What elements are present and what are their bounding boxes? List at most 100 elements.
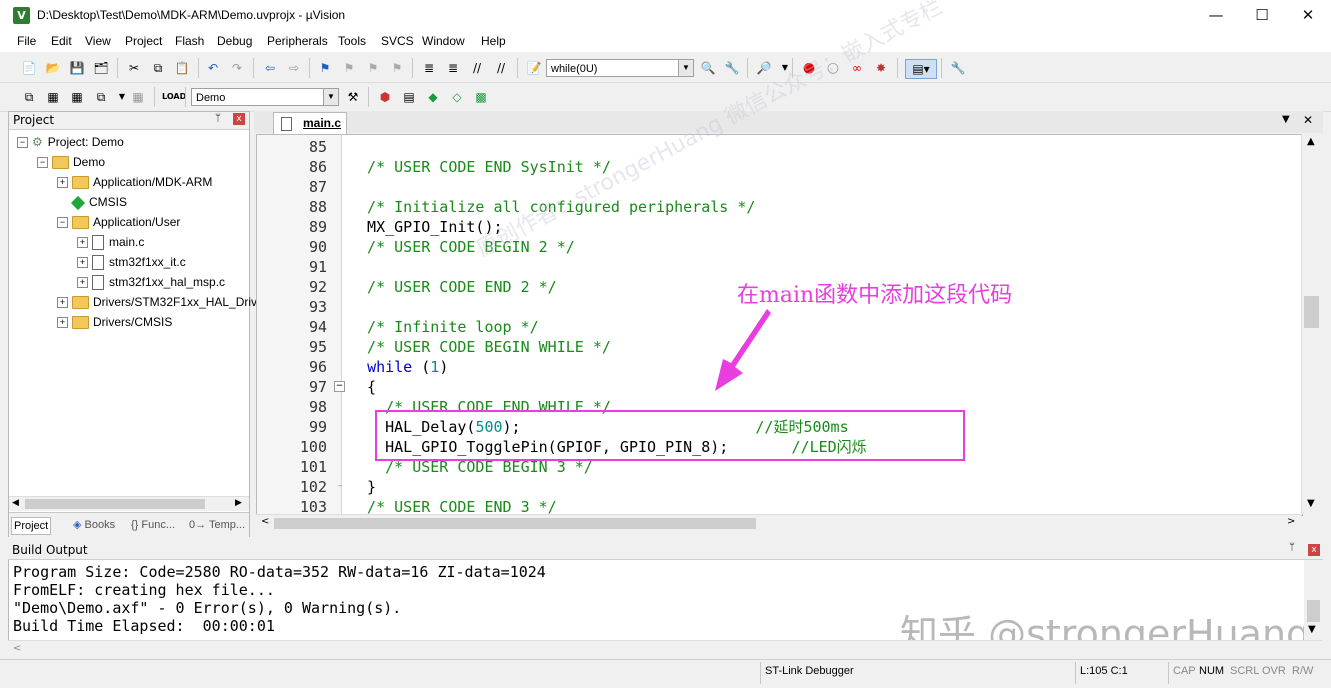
tree-item-drivers-cmsis[interactable]: + Drivers/CMSIS	[57, 313, 172, 331]
scroll-right-icon[interactable]: >	[1287, 516, 1295, 527]
target-options-icon[interactable]: ⚒	[344, 88, 362, 106]
scrollbar-thumb[interactable]	[25, 499, 205, 509]
menu-window[interactable]: Window	[422, 34, 465, 48]
scrollbar-thumb[interactable]	[274, 518, 756, 529]
menu-peripherals[interactable]: Peripherals	[267, 34, 328, 48]
tree-item-stm32f1xx-hal-msp-c[interactable]: + stm32f1xx_hal_msp.c	[77, 273, 225, 291]
editor-horizontal-scrollbar[interactable]: < >	[256, 514, 1301, 532]
tab-functions[interactable]: {} Func...	[131, 517, 175, 533]
expand-icon[interactable]: +	[77, 257, 88, 269]
window-layout-icon[interactable]: ▤▾	[905, 59, 937, 79]
scroll-down-icon[interactable]: ▼	[1307, 498, 1315, 509]
menu-view[interactable]: View	[85, 34, 111, 48]
tree-item-main-c[interactable]: + main.c	[77, 233, 144, 251]
menu-project[interactable]: Project	[125, 34, 162, 48]
select-software-packs-icon[interactable]: ▩	[472, 88, 490, 106]
scrollbar-thumb[interactable]	[1304, 296, 1319, 328]
find-icon[interactable]: 🔍	[699, 59, 717, 77]
nav-back-icon[interactable]: ⇦	[261, 59, 279, 77]
nav-forward-icon[interactable]: ⇨	[285, 59, 303, 77]
tree-item-application-mdk-arm[interactable]: + Application/MDK-ARM	[57, 173, 212, 191]
paste-icon[interactable]: 📋	[173, 59, 191, 77]
minimize-button[interactable]: —	[1193, 0, 1239, 30]
build-icon[interactable]: ▦	[44, 88, 62, 106]
scroll-right-icon[interactable]: ▶	[235, 498, 242, 508]
stop-build-icon[interactable]: ▦	[129, 88, 147, 106]
menu-svcs[interactable]: SVCS	[381, 34, 414, 48]
file-extensions-icon[interactable]: ▤	[400, 88, 418, 106]
pin-icon[interactable]: ᛘ	[215, 113, 221, 124]
build-vertical-scrollbar[interactable]: ▼	[1304, 560, 1322, 640]
bookmark-prev-icon[interactable]: ⚑	[340, 59, 358, 77]
comment-icon[interactable]: //	[468, 59, 486, 77]
manage-components-icon[interactable]: ⬢	[376, 88, 394, 106]
tree-item-target-demo[interactable]: − Demo	[37, 153, 105, 171]
breakpoint-kill-icon[interactable]: ✸	[872, 59, 890, 77]
find-in-files-icon[interactable]: 📝	[525, 59, 543, 77]
batch-build-icon[interactable]: ⧉	[92, 88, 110, 106]
menu-tools[interactable]: Tools	[338, 34, 366, 48]
target-combo[interactable]: Demo ▼	[191, 88, 339, 106]
expand-icon[interactable]: +	[57, 177, 68, 189]
project-horizontal-scrollbar[interactable]: ◀ ▶	[9, 496, 249, 511]
new-file-icon[interactable]: 📄	[20, 59, 38, 77]
rebuild-icon[interactable]: ▦	[68, 88, 86, 106]
collapse-icon[interactable]: −	[17, 137, 28, 149]
scroll-left-icon[interactable]: <	[13, 643, 21, 654]
scrollbar-thumb[interactable]	[1307, 600, 1320, 622]
incremental-find-icon[interactable]: 🔧	[723, 59, 741, 77]
cut-icon[interactable]: ✂	[125, 59, 143, 77]
close-icon[interactable]: x	[1308, 544, 1320, 556]
tab-project[interactable]: Project	[11, 517, 52, 535]
expand-icon[interactable]: +	[57, 317, 68, 329]
save-icon[interactable]: 💾	[68, 59, 86, 77]
save-all-icon[interactable]: 🗂	[92, 59, 110, 77]
configure-icon[interactable]: 🔧	[949, 59, 967, 77]
chevron-down-icon[interactable]: ▼	[323, 89, 338, 105]
close-tab-icon[interactable]: ✕	[1303, 113, 1313, 127]
tree-item-cmsis[interactable]: CMSIS	[70, 193, 127, 211]
expand-icon[interactable]: +	[57, 297, 68, 309]
tab-templates[interactable]: 0→ Temp...	[189, 517, 245, 533]
tree-item-application-user[interactable]: − Application/User	[57, 213, 180, 231]
copy-icon[interactable]: ⧉	[149, 59, 167, 77]
scroll-up-icon[interactable]: ▲	[1307, 136, 1315, 147]
chevron-down-icon[interactable]: ▼	[678, 60, 693, 76]
build-horizontal-scrollbar[interactable]: <	[8, 640, 1322, 659]
manage-runtime-icon[interactable]: ◆	[424, 88, 442, 106]
close-icon[interactable]: x	[233, 113, 245, 125]
tree-item-project[interactable]: − ⚙ Project: Demo	[17, 133, 124, 151]
bookmark-clear-icon[interactable]: ⚑	[388, 59, 406, 77]
find-combo[interactable]: while(0U) ▼	[546, 59, 694, 77]
expand-icon[interactable]: +	[77, 277, 88, 289]
close-window-button[interactable]: ✕	[1285, 0, 1331, 30]
undo-icon[interactable]: ↶	[204, 59, 222, 77]
translate-icon[interactable]: ⧉	[20, 88, 38, 106]
scroll-left-icon[interactable]: ◀	[12, 498, 19, 508]
menu-debug[interactable]: Debug	[217, 34, 252, 48]
scroll-left-icon[interactable]: <	[261, 516, 269, 527]
menu-flash[interactable]: Flash	[175, 34, 204, 48]
menu-edit[interactable]: Edit	[51, 34, 72, 48]
indent-icon[interactable]: ≣	[420, 59, 438, 77]
collapse-icon[interactable]: −	[37, 157, 48, 169]
redo-icon[interactable]: ↷	[228, 59, 246, 77]
tab-main-c[interactable]: main.c	[273, 112, 347, 134]
menu-file[interactable]: File	[17, 34, 36, 48]
uncomment-icon[interactable]: //	[492, 59, 510, 77]
tree-item-drivers-hal[interactable]: + Drivers/STM32F1xx_HAL_Driv	[57, 293, 257, 311]
open-folder-icon[interactable]: 📂	[44, 59, 62, 77]
scroll-down-icon[interactable]: ▼	[1308, 624, 1316, 635]
menu-help[interactable]: Help	[481, 34, 506, 48]
unindent-icon[interactable]: ≣	[444, 59, 462, 77]
bookmark-icon[interactable]: ⚑	[316, 59, 334, 77]
maximize-button[interactable]: ☐	[1239, 0, 1285, 30]
tab-books[interactable]: ◈ Books	[73, 517, 115, 533]
pack-installer-icon[interactable]: ◇	[448, 88, 466, 106]
tree-item-stm32f1xx-it-c[interactable]: + stm32f1xx_it.c	[77, 253, 186, 271]
bookmark-next-icon[interactable]: ⚑	[364, 59, 382, 77]
pin-icon[interactable]: ᛘ	[1289, 542, 1295, 553]
editor-vertical-scrollbar[interactable]: ▲ ▼	[1301, 134, 1322, 514]
collapse-icon[interactable]: −	[57, 217, 68, 229]
fold-collapse-icon[interactable]: −	[334, 381, 345, 392]
